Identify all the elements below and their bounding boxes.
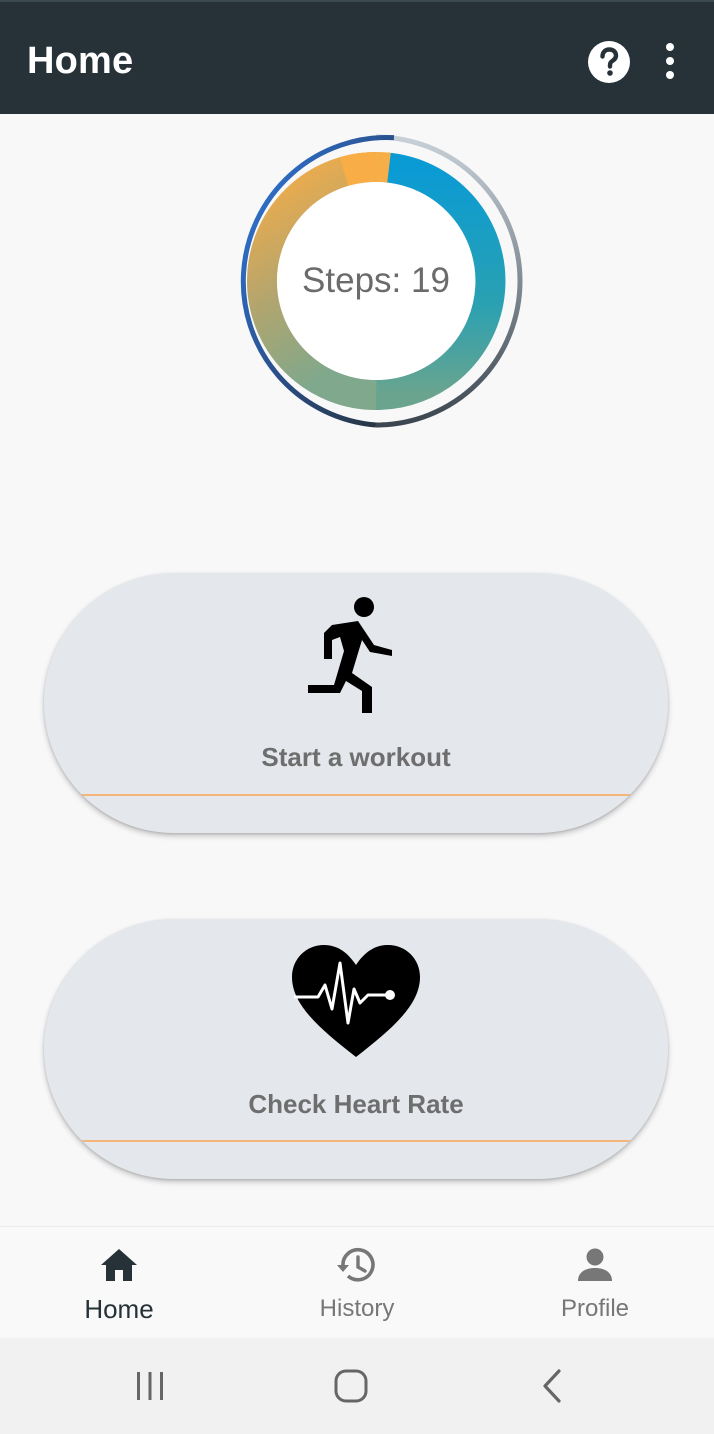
nav-history-label: History <box>319 1295 395 1322</box>
check-heart-rate-button[interactable]: Check Heart Rate <box>44 919 668 1179</box>
history-icon <box>337 1247 375 1282</box>
back-icon[interactable] <box>533 1366 573 1406</box>
home-icon <box>101 1249 137 1281</box>
workout-underline <box>78 794 634 796</box>
check-heart-rate-label: Check Heart Rate <box>248 1089 464 1119</box>
help-circle-icon <box>588 41 630 83</box>
running-person-icon <box>308 597 392 713</box>
more-options-button[interactable] <box>650 39 690 85</box>
page-title: Home <box>27 40 134 82</box>
person-icon <box>578 1248 612 1281</box>
nav-history[interactable]: History <box>238 1227 476 1339</box>
step-progress-ring: Steps: 19 <box>226 131 526 431</box>
heart-underline <box>78 1140 634 1142</box>
nav-home-label: Home <box>84 1294 154 1324</box>
more-vert-icon <box>666 43 674 79</box>
app-bar: Home <box>0 0 714 114</box>
bottom-navigation: Home History Profile <box>0 1226 714 1338</box>
steps-count: Steps: 19 <box>302 261 450 300</box>
recents-icon[interactable] <box>130 1366 170 1406</box>
start-workout-label: Start a workout <box>261 742 451 772</box>
system-navigation-bar <box>0 1338 714 1434</box>
nav-home[interactable]: Home <box>0 1227 238 1339</box>
home-circle-icon[interactable] <box>331 1366 371 1406</box>
nav-profile-label: Profile <box>560 1295 630 1322</box>
heart-pulse-icon <box>292 945 420 1057</box>
start-workout-button[interactable]: Start a workout <box>44 573 668 833</box>
help-button[interactable] <box>586 39 632 85</box>
nav-profile[interactable]: Profile <box>476 1227 714 1339</box>
